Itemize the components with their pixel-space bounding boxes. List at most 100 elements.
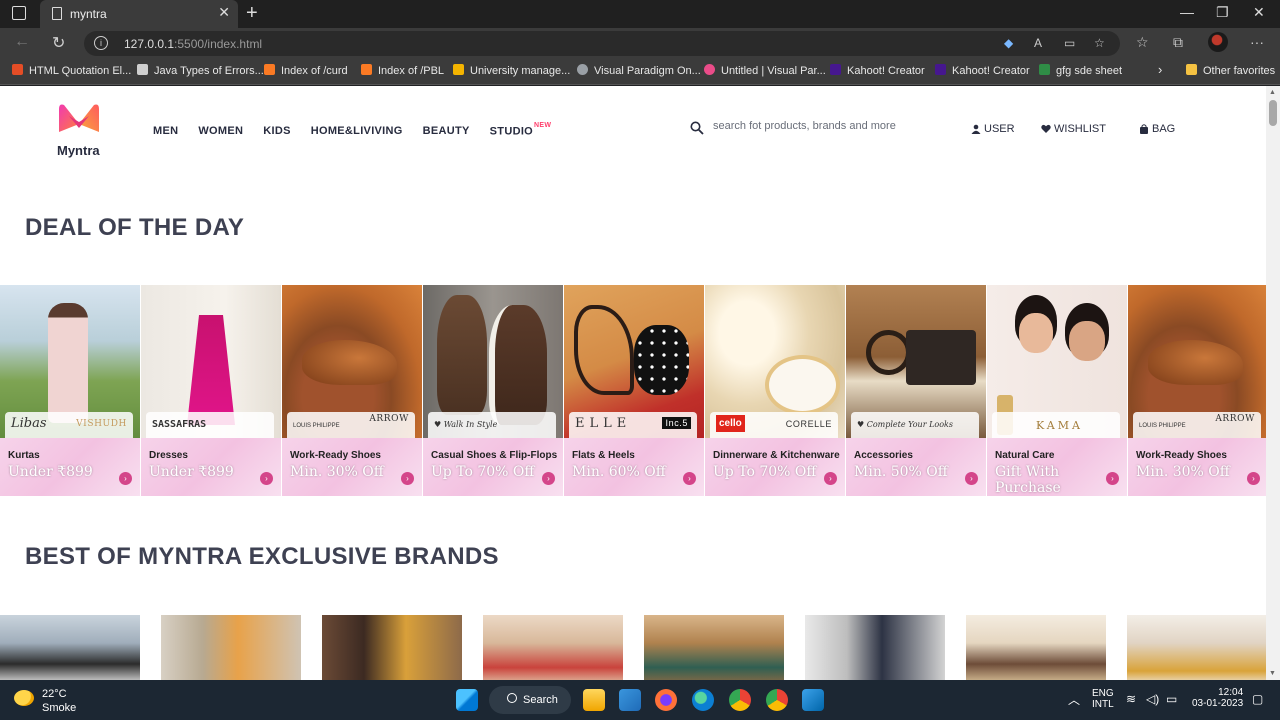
user-label: USER <box>984 123 1015 135</box>
bookmark-item[interactable]: Untitled | Visual Par... <box>704 64 826 77</box>
nav-studio[interactable]: STUDIONEW <box>490 122 552 138</box>
arrow-right-icon[interactable]: › <box>542 472 555 485</box>
search-icon[interactable] <box>690 121 704 135</box>
deal-card-natural-care[interactable]: KAMA Natural Care Gift With Purchase › <box>987 285 1127 496</box>
deal-card-dinnerware[interactable]: cello CORELLE Dinnerware & Kitchenware Up… <box>705 285 845 496</box>
brand-card[interactable] <box>805 615 945 680</box>
scroll-down-icon[interactable]: ▼ <box>1269 670 1276 677</box>
arrow-right-icon[interactable]: › <box>824 472 837 485</box>
search-input[interactable] <box>713 120 933 132</box>
bookmark-item[interactable]: Index of /PBL <box>361 64 444 77</box>
deal-category: Dinnerware & Kitchenware <box>713 450 840 461</box>
tray-chevron-icon[interactable]: ︿ <box>1068 691 1080 708</box>
brand-left: LOUIS PHILIPPE <box>293 423 340 429</box>
chrome-icon[interactable] <box>729 689 751 711</box>
deal-category: Flats & Heels <box>572 450 635 461</box>
coupon-icon[interactable]: ◆ <box>1004 36 1013 50</box>
arrow-right-icon[interactable]: › <box>401 472 414 485</box>
bookmark-item[interactable]: HTML Quotation El... <box>12 64 131 77</box>
microsoft-store-icon[interactable] <box>619 689 641 711</box>
brand-card[interactable] <box>966 615 1106 680</box>
brand-card[interactable] <box>483 615 623 680</box>
scrollbar-thumb[interactable] <box>1269 100 1277 126</box>
language-indicator[interactable]: ENG INTL <box>1092 688 1114 710</box>
deal-offer: Min. 30% Off <box>290 464 384 480</box>
deal-card-work-shoes-2[interactable]: LOUIS PHILIPPE ARROW Work-Ready Shoes Min… <box>1128 285 1266 496</box>
deal-card-casual-shoes[interactable]: ♥ Walk In Style Casual Shoes & Flip-Flop… <box>423 285 563 496</box>
arrow-right-icon[interactable]: › <box>119 472 132 485</box>
brand-left-text: Complete Your Looks <box>866 420 953 429</box>
volume-icon[interactable]: ◁) <box>1146 692 1159 706</box>
battery-icon[interactable]: ▭ <box>1166 692 1177 706</box>
browser-tab[interactable]: myntra ✕ <box>40 0 238 28</box>
nav-women[interactable]: WOMEN <box>198 125 243 138</box>
nav-men[interactable]: MEN <box>153 125 178 138</box>
deal-card-flats-heels[interactable]: ELLE Inc.5 Flats & Heels Min. 60% Off › <box>564 285 704 496</box>
back-icon[interactable]: ← <box>14 33 30 51</box>
brand-card[interactable] <box>161 615 301 680</box>
wifi-icon[interactable]: ≋ <box>1126 692 1136 706</box>
nav-home-living[interactable]: HOME&LIVIVING <box>311 125 403 138</box>
taskbar-search[interactable]: Search <box>489 686 571 714</box>
deal-card-kurtas[interactable]: Libas VISHUDH Kurtas Under ₹899 › <box>0 285 140 496</box>
bookmark-item[interactable]: gfg sde sheet <box>1039 64 1122 77</box>
other-favorites[interactable]: Other favorites <box>1186 64 1275 77</box>
page-scrollbar[interactable]: ▲ ▼ <box>1266 86 1280 680</box>
firefox-icon[interactable] <box>655 689 677 711</box>
new-tab-icon[interactable]: + <box>246 2 258 25</box>
brand-card[interactable] <box>322 615 462 680</box>
address-bar[interactable]: i 127.0.0.1:5500/index.html ◆ A ▭ ☆ <box>84 31 1120 56</box>
favorites-icon[interactable]: ☆ <box>1136 34 1149 51</box>
edge-icon[interactable] <box>692 689 714 711</box>
deal-card-work-shoes[interactable]: LOUIS PHILIPPE ARROW Work-Ready Shoes Min… <box>282 285 422 496</box>
arrow-right-icon[interactable]: › <box>965 472 978 485</box>
window-close-icon[interactable]: ✕ <box>1253 4 1265 21</box>
bookmark-item[interactable]: Visual Paradigm On... <box>577 64 701 77</box>
url-text[interactable]: 127.0.0.1:5500/index.html <box>124 37 262 51</box>
reader-view-icon[interactable]: ▭ <box>1064 36 1075 50</box>
profile-avatar[interactable] <box>1208 32 1228 52</box>
user-button[interactable]: USER <box>971 123 1015 135</box>
arrow-right-icon[interactable]: › <box>1106 472 1119 485</box>
brand-left: KAMA <box>1036 419 1083 432</box>
restore-icon[interactable]: ❐ <box>1216 4 1229 21</box>
tab-actions-icon[interactable] <box>12 6 26 20</box>
refresh-icon[interactable]: ↻ <box>52 33 65 53</box>
scroll-up-icon[interactable]: ▲ <box>1269 89 1276 96</box>
arrow-right-icon[interactable]: › <box>1247 472 1260 485</box>
clock[interactable]: 12:04 03-01-2023 <box>1192 687 1243 709</box>
chrome-profile-icon[interactable] <box>766 689 788 711</box>
arrow-right-icon[interactable]: › <box>260 472 273 485</box>
bookmark-item[interactable]: University manage... <box>453 64 570 77</box>
wishlist-button[interactable]: WISHLIST <box>1041 123 1106 135</box>
site-info-icon[interactable]: i <box>94 36 108 50</box>
brand-card[interactable] <box>0 615 140 680</box>
vscode-icon[interactable] <box>802 689 824 711</box>
lang-secondary: INTL <box>1092 699 1114 710</box>
brand-card[interactable] <box>644 615 784 680</box>
favorite-star-icon[interactable]: ☆ <box>1094 36 1105 50</box>
nav-kids[interactable]: KIDS <box>263 125 290 138</box>
file-explorer-icon[interactable] <box>583 689 605 711</box>
brand-left: ♥ Complete Your Looks <box>857 420 953 429</box>
bookmark-item[interactable]: Java Types of Errors... <box>137 64 264 77</box>
brand-card[interactable] <box>1127 615 1266 680</box>
bag-button[interactable]: BAG <box>1139 123 1175 135</box>
start-windows-icon[interactable] <box>456 689 478 711</box>
notifications-icon[interactable]: ▢ <box>1252 692 1263 706</box>
minimize-icon[interactable]: — <box>1180 4 1194 20</box>
close-tab-icon[interactable]: ✕ <box>218 4 230 21</box>
read-aloud-icon[interactable]: A <box>1034 36 1042 50</box>
bookmark-item[interactable]: Kahoot! Creator <box>935 64 1030 77</box>
myntra-logo[interactable]: Myntra <box>56 102 104 158</box>
deal-card-dresses[interactable]: SASSAFRAS Dresses Under ₹899 › <box>141 285 281 496</box>
more-bookmarks-chevron-icon[interactable]: › <box>1158 62 1162 77</box>
bookmark-icon <box>12 64 23 75</box>
nav-beauty[interactable]: BEAUTY <box>423 125 470 138</box>
bookmark-item[interactable]: Kahoot! Creator <box>830 64 925 77</box>
collections-icon[interactable]: ⧉ <box>1173 34 1183 51</box>
bookmark-item[interactable]: Index of /curd <box>264 64 348 77</box>
settings-menu-icon[interactable]: ··· <box>1250 34 1264 50</box>
arrow-right-icon[interactable]: › <box>683 472 696 485</box>
deal-card-accessories[interactable]: ♥ Complete Your Looks Accessories Min. 5… <box>846 285 986 496</box>
